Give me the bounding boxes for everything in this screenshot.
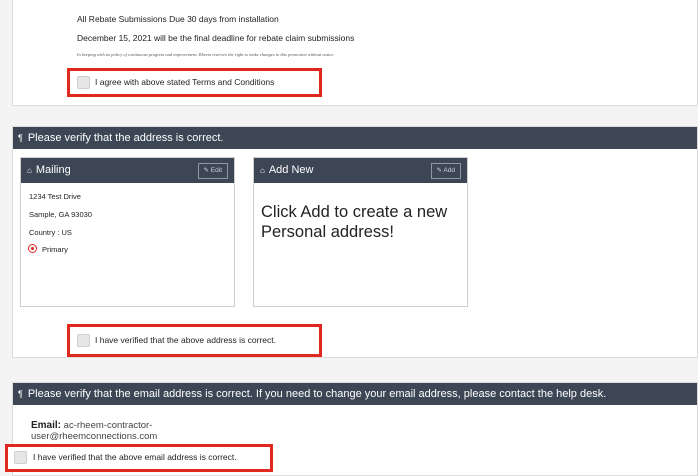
address-section-title: Please verify that the address is correc…: [27, 132, 224, 144]
terms-card: All Rebate Submissions Due 30 days from …: [12, 0, 698, 106]
home-icon: ⌂: [27, 166, 32, 175]
terms-agree-checkbox[interactable]: [77, 76, 90, 89]
email-label: Email:: [31, 420, 62, 431]
paragraph-icon: ¶: [18, 133, 23, 143]
primary-radio-icon: [28, 244, 37, 253]
email-field: Email: ac-rheem-contractor-user@rheemcon…: [31, 420, 231, 442]
email-section-title: Please verify that the email address is …: [27, 388, 607, 400]
add-new-address-panel: ⌂ Add New ✎ Add Click Add to create a new…: [253, 157, 468, 307]
fine-print-text: In keeping with its policy of continuous…: [77, 52, 335, 57]
edit-address-button[interactable]: ✎ Edit: [197, 163, 228, 179]
email-card: ¶ Please verify that the email address is…: [5, 382, 698, 476]
address-verify-label: I have verified that the above address i…: [95, 335, 276, 345]
address-verify-checkbox[interactable]: [77, 334, 90, 347]
address-card: ¶ Please verify that the address is corre…: [12, 126, 698, 358]
paragraph-icon: ¶: [18, 389, 23, 399]
email-verify-label: I have verified that the above email add…: [33, 452, 237, 462]
add-new-panel-header: ⌂ Add New ✎ Add: [254, 158, 467, 183]
mailing-address-panel: ⌂ Mailing ✎ Edit 1234 Test Drive Sample, …: [20, 157, 235, 307]
email-verify-highlight-box: I have verified that the above email add…: [5, 444, 273, 472]
primary-label: Primary: [42, 245, 68, 254]
home-icon: ⌂: [260, 166, 265, 175]
mailing-panel-title: ⌂ Mailing: [27, 158, 71, 183]
address-country-line: Country : US: [29, 228, 72, 237]
add-button-label: Add: [443, 167, 455, 174]
terms-agree-label: I agree with above stated Terms and Cond…: [95, 77, 275, 87]
email-section-header: ¶ Please verify that the email address is…: [13, 383, 697, 405]
pencil-icon: ✎: [203, 167, 209, 174]
address-city-line: Sample, GA 93030: [29, 210, 92, 219]
add-address-button[interactable]: ✎ Add: [430, 163, 461, 179]
address-verify-highlight-box: I have verified that the above address i…: [67, 324, 322, 357]
add-new-title-text: Add New: [268, 164, 314, 176]
edit-button-label: Edit: [210, 167, 222, 174]
email-verify-checkbox[interactable]: [14, 451, 27, 464]
terms-highlight-box: I agree with above stated Terms and Cond…: [67, 68, 322, 97]
add-new-panel-title: ⌂ Add New: [260, 158, 313, 183]
address-section-header: ¶ Please verify that the address is corre…: [13, 127, 697, 149]
pencil-icon: ✎: [436, 167, 442, 174]
mailing-panel-header: ⌂ Mailing ✎ Edit: [21, 158, 234, 183]
address-street: 1234 Test Drive: [29, 192, 81, 201]
mailing-title-text: Mailing: [35, 164, 71, 176]
rebate-deadline-text: All Rebate Submissions Due 30 days from …: [77, 14, 279, 24]
add-new-message: Click Add to create a new Personal addre…: [261, 203, 448, 241]
final-deadline-text: December 15, 2021 will be the final dead…: [77, 33, 355, 43]
